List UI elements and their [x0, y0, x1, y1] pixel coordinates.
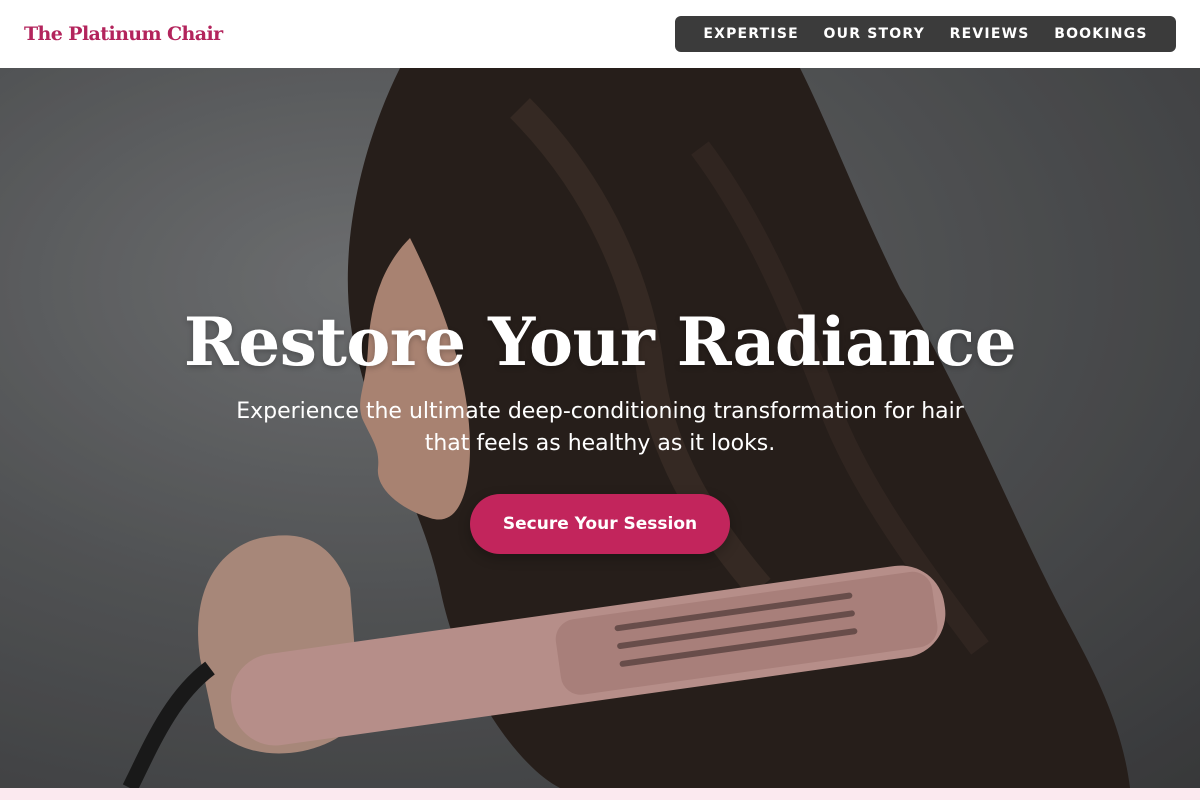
hero-title: Restore Your Radiance [183, 303, 1017, 381]
section-divider-strip [0, 788, 1200, 800]
site-logo[interactable]: The Platinum Chair [24, 20, 223, 48]
site-header: The Platinum Chair EXPERTISE OUR STORY R… [0, 0, 1200, 68]
nav-item-expertise[interactable]: EXPERTISE [703, 26, 799, 42]
nav-item-reviews[interactable]: REVIEWS [950, 26, 1030, 42]
main-nav: EXPERTISE OUR STORY REVIEWS BOOKINGS [675, 16, 1176, 52]
nav-item-bookings[interactable]: BOOKINGS [1054, 26, 1147, 42]
hero-section: Restore Your Radiance Experience the ult… [0, 68, 1200, 788]
hero-subtitle: Experience the ultimate deep-conditionin… [236, 399, 964, 456]
nav-item-our-story[interactable]: OUR STORY [824, 26, 925, 42]
secure-session-button[interactable]: Secure Your Session [470, 494, 730, 554]
